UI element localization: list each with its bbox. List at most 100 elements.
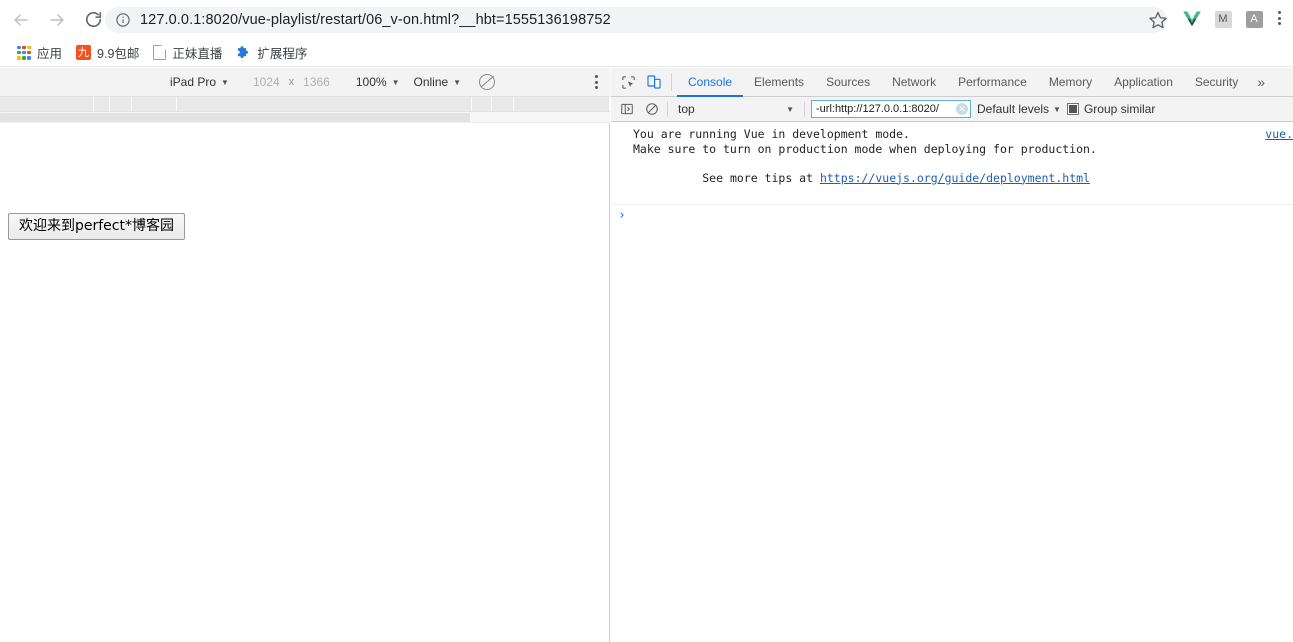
puzzle-extension-icon — [236, 45, 251, 60]
device-height-input[interactable]: 1366 — [303, 75, 330, 89]
network-throttle-value: Online — [413, 75, 449, 89]
arrow-right-icon — [47, 10, 67, 30]
devtools-tool-icons — [611, 68, 669, 96]
device-toolbar-menu-button[interactable] — [595, 75, 610, 89]
bookmark-99baoyou[interactable]: 九 9.9包邮 — [69, 42, 146, 64]
browser-window: 127.0.0.1:8020/vue-playlist/restart/06_v… — [0, 0, 1293, 642]
address-bar[interactable]: 127.0.0.1:8020/vue-playlist/restart/06_v… — [105, 7, 1167, 33]
bookmark-star-button[interactable] — [1148, 10, 1170, 32]
viewport-ruler — [0, 97, 610, 112]
console-prompt-chevron-icon: › — [618, 208, 626, 223]
console-message-list[interactable]: You are running Vue in development mode.… — [611, 122, 1293, 641]
emulated-page-content: 欢迎来到perfect*博客园 — [0, 124, 609, 642]
adblock-extension-badge: A — [1245, 10, 1263, 28]
clear-console-icon[interactable] — [642, 100, 661, 119]
viewport-horizontal-scrollbar[interactable] — [0, 112, 610, 123]
zoom-select-value: 100% — [355, 75, 387, 89]
device-width-input[interactable]: 1024 — [253, 75, 280, 89]
tabbar-divider — [671, 73, 672, 91]
chevron-double-right-icon: » — [1257, 74, 1266, 90]
bookmark-zhengmei[interactable]: 正妹直播 — [146, 42, 229, 64]
bookmark-extensions-label: 扩展程序 — [257, 47, 308, 61]
back-button[interactable] — [6, 5, 36, 35]
console-message-line-3: See more tips at https://vuejs.org/guide… — [633, 156, 1293, 200]
more-options-icon — [595, 75, 598, 89]
forward-button[interactable] — [42, 5, 72, 35]
reload-icon — [84, 10, 103, 29]
zoom-select[interactable]: 100% ▼ — [356, 75, 400, 89]
tab-security-label: Security — [1194, 75, 1239, 89]
chevron-down-icon: ▼ — [391, 77, 400, 87]
vue-devtools-icon[interactable] — [1182, 9, 1202, 29]
devtools-panel: Console Elements Sources Network Perform… — [611, 68, 1293, 642]
tab-network-label: Network — [892, 75, 937, 89]
tab-sources[interactable]: Sources — [815, 68, 881, 96]
deployment-guide-link[interactable]: https://vuejs.org/guide/deployment.html — [820, 171, 1090, 185]
tab-elements[interactable]: Elements — [743, 68, 815, 96]
group-similar-toggle[interactable]: Group similar — [1066, 102, 1156, 116]
tab-console-label: Console — [688, 75, 733, 89]
chevron-down-icon: ▼ — [786, 104, 794, 114]
tab-console[interactable]: Console — [677, 68, 744, 97]
reload-button[interactable] — [78, 5, 108, 35]
group-similar-label: Group similar — [1083, 102, 1156, 116]
chrome-menu-button[interactable] — [1278, 11, 1281, 25]
chevron-down-icon: ▼ — [453, 77, 462, 87]
info-circle-icon[interactable] — [115, 12, 131, 28]
bookmark-zhengmei-label: 正妹直播 — [172, 47, 223, 61]
address-bar-url: 127.0.0.1:8020/vue-playlist/restart/06_v… — [140, 12, 611, 28]
console-toolbar: top ▼ -url:http://127.0.0.1:8020/ ✕ Defa… — [611, 97, 1293, 122]
chevron-down-icon: ▼ — [221, 77, 229, 87]
tab-performance[interactable]: Performance — [947, 68, 1038, 96]
tab-network[interactable]: Network — [881, 68, 947, 96]
execution-context-select[interactable]: top ▼ — [674, 102, 798, 116]
clipboard-extension-icon[interactable]: M — [1213, 9, 1233, 29]
clear-filter-icon[interactable]: ✕ — [956, 103, 968, 115]
no-throttling-icon[interactable] — [479, 74, 496, 90]
apps-grid-icon — [17, 45, 31, 60]
device-select-value: iPad Pro — [170, 75, 217, 89]
page-viewport-pane: iPad Pro ▼ 1024 x 1366 100% ▼ Online ▼ 欢… — [0, 68, 610, 642]
chrome-menu-icon — [1278, 11, 1281, 25]
tab-performance-label: Performance — [958, 75, 1027, 89]
console-message[interactable]: You are running Vue in development mode.… — [611, 122, 1293, 205]
arrow-left-icon — [11, 10, 31, 30]
bookmark-extensions[interactable]: 扩展程序 — [229, 42, 314, 64]
toolbar-divider — [667, 101, 668, 117]
tab-memory[interactable]: Memory — [1038, 68, 1103, 96]
console-message-line-3-text: See more tips at — [702, 170, 820, 185]
welcome-button[interactable]: 欢迎来到perfect*博客园 — [8, 213, 185, 240]
inspect-element-icon[interactable] — [617, 71, 639, 93]
clipboard-extension-badge: M — [1214, 10, 1232, 28]
toggle-device-toolbar-icon[interactable] — [643, 71, 665, 93]
console-message-source-link[interactable]: vue. — [1265, 127, 1293, 141]
log-levels-select[interactable]: Default levels ▼ — [977, 102, 1061, 116]
page-favicon — [153, 45, 167, 60]
tab-elements-label: Elements — [754, 75, 805, 89]
execution-context-value: top — [678, 102, 695, 116]
bookmark-apps[interactable]: 应用 — [10, 42, 69, 64]
tab-application[interactable]: Application — [1103, 68, 1184, 96]
adblock-extension-icon[interactable]: A — [1244, 9, 1264, 29]
tab-security[interactable]: Security — [1184, 68, 1249, 96]
toolbar-divider-2 — [804, 101, 805, 117]
console-sidebar-icon[interactable] — [617, 100, 636, 119]
console-message-line-1: You are running Vue in development mode. — [633, 127, 910, 141]
dimension-separator: x — [288, 76, 295, 88]
device-select[interactable]: iPad Pro ▼ — [170, 75, 229, 89]
scrollbar-thumb[interactable] — [0, 113, 470, 122]
browser-toolbar: 127.0.0.1:8020/vue-playlist/restart/06_v… — [0, 0, 1293, 39]
network-throttle-select[interactable]: Online ▼ — [413, 75, 461, 89]
device-emulation-toolbar: iPad Pro ▼ 1024 x 1366 100% ▼ Online ▼ — [0, 68, 610, 97]
more-tabs-button[interactable]: » — [1249, 68, 1273, 96]
console-filter-value: -url:http://127.0.0.1:8020/ — [816, 103, 939, 115]
extension-icons: M A — [1182, 9, 1264, 29]
group-similar-checkbox[interactable] — [1066, 103, 1079, 115]
log-levels-value: Default levels — [977, 102, 1050, 116]
console-prompt[interactable]: › — [611, 205, 1293, 227]
tab-application-label: Application — [1114, 75, 1173, 89]
bookmarks-bar: 应用 九 9.9包邮 正妹直播 扩展程序 — [0, 39, 1293, 67]
console-filter-input[interactable]: -url:http://127.0.0.1:8020/ ✕ — [811, 100, 971, 118]
jiu-favicon: 九 — [76, 45, 92, 60]
devtools-tabbar: Console Elements Sources Network Perform… — [611, 68, 1293, 97]
